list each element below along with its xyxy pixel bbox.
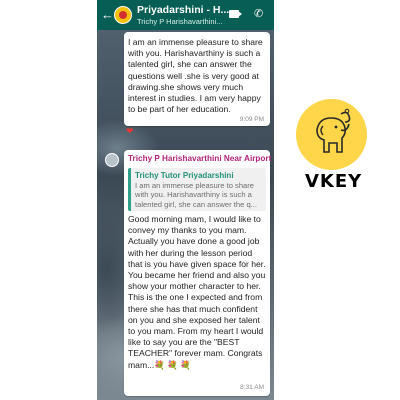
quoted-text: I am an immense pleasure to share with y… (135, 181, 257, 209)
arrow-left-icon[interactable]: ← (101, 8, 114, 22)
message-time: 8:31 AM (240, 384, 264, 391)
message-bubble-incoming[interactable]: I am an immense pleasure to share with y… (124, 32, 270, 126)
message-text: Good morning mam, I would like to convey… (128, 214, 266, 370)
contact-subtitle[interactable]: Trichy P Harishavarthini... (137, 17, 222, 26)
chat-header: ← Priyadarshini - H... Trichy P Harishav… (97, 0, 274, 30)
message-bubble-reply[interactable]: Trichy P Harishavarthini Near Airport Tr… (124, 150, 271, 396)
message-text: I am an immense pleasure to share with y… (128, 37, 263, 115)
heart-reaction-icon[interactable]: ❤ (126, 126, 134, 136)
sender-avatar[interactable] (105, 153, 119, 167)
chat-screen: ← Priyadarshini - H... Trichy P Harishav… (97, 0, 274, 400)
elephant-logo-icon (316, 108, 351, 153)
message-time: 9:09 PM (239, 116, 264, 123)
video-call-icon[interactable] (229, 10, 242, 18)
quoted-message[interactable]: Trichy Tutor Priyadarshini I am an immen… (128, 168, 266, 211)
quoted-sender: Trichy Tutor Priyadarshini (135, 171, 234, 180)
sender-name[interactable]: Trichy P Harishavarthini Near Airport (128, 154, 271, 163)
contact-avatar[interactable] (114, 6, 132, 24)
brand-name: VKEY (305, 171, 363, 192)
phone-icon[interactable]: ✆ (254, 8, 263, 20)
contact-name[interactable]: Priyadarshini - H... (137, 4, 229, 16)
